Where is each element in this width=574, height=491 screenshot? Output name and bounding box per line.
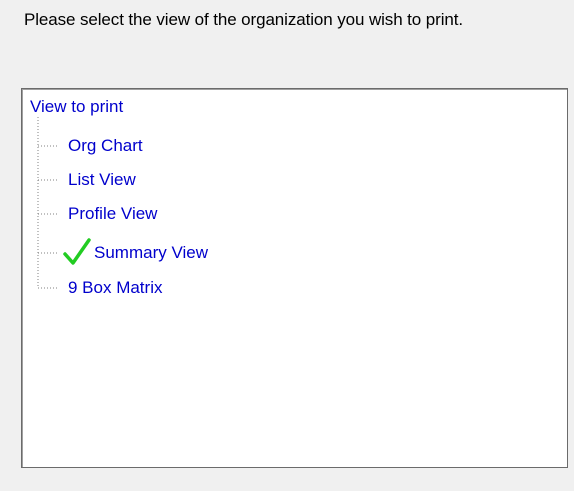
tree-item-summary-view[interactable]: Summary View bbox=[94, 243, 208, 263]
tree-item-org-chart[interactable]: Org Chart bbox=[68, 136, 143, 156]
instruction-text: Please select the view of the organizati… bbox=[24, 10, 463, 29]
tree-item-9-box-matrix[interactable]: 9 Box Matrix bbox=[68, 278, 162, 298]
tree-item-profile-view[interactable]: Profile View bbox=[68, 204, 157, 224]
tree-item-list-view[interactable]: List View bbox=[68, 170, 136, 190]
view-tree[interactable]: View to print Org Chart List View Profil… bbox=[21, 88, 568, 468]
tree-root-view-to-print[interactable]: View to print bbox=[30, 97, 123, 117]
check-icon bbox=[62, 237, 92, 272]
